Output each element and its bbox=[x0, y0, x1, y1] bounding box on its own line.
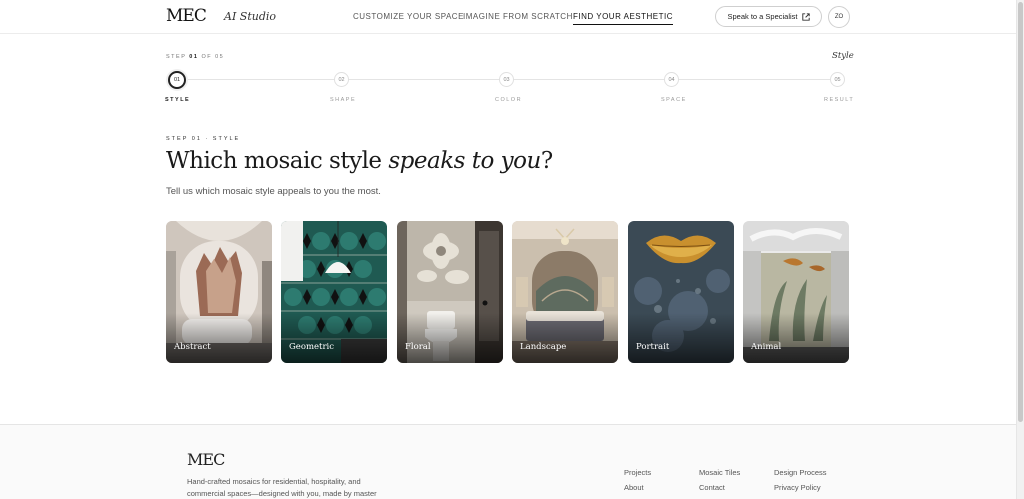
step-label-color: COLOR bbox=[495, 97, 523, 103]
step-dot-color[interactable]: 03 bbox=[499, 72, 514, 87]
current-step-title: Style bbox=[832, 51, 854, 61]
nav-customize-your-space[interactable]: CUSTOMIZE YOUR SPACE bbox=[353, 12, 464, 21]
external-link-icon bbox=[801, 12, 810, 21]
current-step-number: 01 bbox=[189, 54, 199, 60]
headline-start: Which mosaic style bbox=[166, 148, 389, 174]
brand-subtitle: AI Studio bbox=[224, 10, 277, 23]
step-label-space: SPACE bbox=[661, 97, 687, 103]
nav-imagine-from-scratch[interactable]: IMAGINE FROM SCRATCH bbox=[463, 12, 573, 21]
footer-link-mosaic-tiles[interactable]: Mosaic Tiles bbox=[699, 468, 740, 477]
step-label-result: RESULT bbox=[824, 97, 855, 103]
step-dot-result[interactable]: 05 bbox=[830, 72, 845, 87]
footer-link-projects[interactable]: Projects bbox=[624, 468, 651, 477]
top-header: MEC AI Studio CUSTOMIZE YOUR SPACE IMAGI… bbox=[0, 0, 1016, 34]
card-shade bbox=[281, 313, 387, 363]
step-prefix: STEP bbox=[166, 54, 187, 60]
style-card-geometric[interactable]: Geometric bbox=[281, 221, 387, 363]
style-card-label: Abstract bbox=[174, 342, 211, 352]
step-dot-space[interactable]: 04 bbox=[664, 72, 679, 87]
style-card-abstract[interactable]: Abstract bbox=[166, 221, 272, 363]
footer-link-contact[interactable]: Contact bbox=[699, 483, 725, 492]
page-subtitle: Tell us which mosaic style appeals to yo… bbox=[166, 186, 381, 197]
style-card-floral[interactable]: Floral bbox=[397, 221, 503, 363]
page-scrollbar[interactable] bbox=[1016, 0, 1024, 499]
footer-link-privacy-policy[interactable]: Privacy Policy bbox=[774, 483, 821, 492]
scrollbar-thumb[interactable] bbox=[1018, 2, 1023, 422]
step-dot-shape[interactable]: 02 bbox=[334, 72, 349, 87]
headline-emphasis: speaks to you bbox=[388, 148, 541, 174]
nav-find-your-aesthetic[interactable]: FIND YOUR AESTHETIC bbox=[573, 12, 674, 25]
page-title: Which mosaic style speaks to you? bbox=[166, 148, 553, 174]
step-label-style: STYLE bbox=[165, 97, 191, 103]
footer-description: Hand-crafted mosaics for residential, ho… bbox=[187, 477, 377, 498]
card-shade bbox=[397, 313, 503, 363]
style-card-animal[interactable]: Animal bbox=[743, 221, 849, 363]
section-eyebrow: STEP 01 · STYLE bbox=[166, 136, 241, 142]
card-shade bbox=[743, 313, 849, 363]
site-footer: MEC Hand-crafted mosaics for residential… bbox=[0, 424, 1016, 499]
footer-link-about[interactable]: About bbox=[624, 483, 644, 492]
style-card-landscape[interactable]: Landscape bbox=[512, 221, 618, 363]
style-card-label: Landscape bbox=[520, 342, 567, 352]
step-label-shape: SHAPE bbox=[330, 97, 357, 103]
brand-logo[interactable]: MEC bbox=[166, 6, 207, 26]
speak-to-specialist-button[interactable]: Speak to a Specialist bbox=[715, 6, 822, 27]
style-card-label: Geometric bbox=[289, 342, 334, 352]
style-card-portrait[interactable]: Portrait bbox=[628, 221, 734, 363]
headline-end: ? bbox=[540, 148, 553, 174]
user-avatar[interactable]: ZO bbox=[828, 6, 850, 28]
step-dot-style[interactable]: 01 bbox=[168, 71, 186, 89]
specialist-button-label: Speak to a Specialist bbox=[727, 12, 798, 21]
footer-logo[interactable]: MEC bbox=[187, 450, 225, 469]
card-shade bbox=[166, 313, 272, 363]
card-shade bbox=[512, 313, 618, 363]
style-card-label: Animal bbox=[751, 342, 782, 352]
step-counter: STEP 01 OF 05 bbox=[166, 54, 224, 60]
style-card-label: Portrait bbox=[636, 342, 670, 352]
footer-link-design-process[interactable]: Design Process bbox=[774, 468, 827, 477]
total-steps: 05 bbox=[215, 54, 225, 60]
card-shade bbox=[628, 313, 734, 363]
style-card-label: Floral bbox=[405, 342, 431, 352]
step-of-text: OF bbox=[201, 54, 213, 60]
